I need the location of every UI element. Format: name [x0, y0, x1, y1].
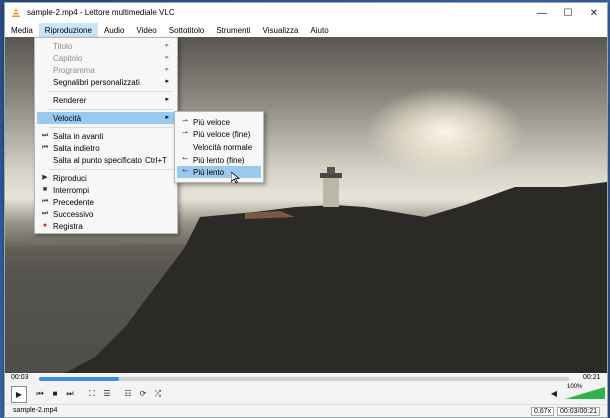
speed-item-piu-lento-fine[interactable]: ↼ Più lento (fine): [177, 154, 261, 166]
fullscreen-button[interactable]: ⛶: [85, 387, 99, 400]
close-button[interactable]: ✕: [581, 3, 607, 23]
normal-speed-icon: [180, 142, 190, 152]
menu-separator: [49, 109, 173, 110]
vlc-window: sample-2.mp4 - Lettore multimediale VLC …: [4, 2, 608, 418]
chevron-right-icon: ▸: [165, 96, 169, 103]
title-bar[interactable]: sample-2.mp4 - Lettore multimediale VLC …: [5, 3, 607, 23]
volume-slider[interactable]: [565, 387, 605, 399]
seek-progress: [39, 377, 119, 381]
menu-item-capitolo[interactable]: Capitolo ▸: [37, 52, 175, 64]
speed-item-piu-veloce-fine[interactable]: ⇀ Più veloce (fine): [177, 128, 261, 140]
slower-icon: ↼: [182, 168, 188, 175]
status-speed[interactable]: 0.67x: [531, 407, 555, 416]
slower-fine-icon: ↼: [182, 156, 188, 163]
faster-fine-icon: ⇀: [182, 130, 188, 137]
loop-button[interactable]: ⟳: [136, 387, 150, 400]
menu-riproduzione[interactable]: Riproduzione: [38, 23, 98, 37]
menu-separator: [49, 127, 173, 128]
menu-item-salta-avanti[interactable]: ⏭ Salta in avanti: [37, 130, 175, 142]
menu-item-renderer[interactable]: Renderer ▸: [37, 94, 175, 106]
record-icon: ●: [42, 222, 48, 229]
random-button[interactable]: ⤮: [151, 387, 165, 400]
menu-item-salta-punto[interactable]: Salta al punto specificato Ctrl+T: [37, 154, 175, 166]
playback-menu: Titolo ▸ Capitolo ▸ Programma ▸ Segnalibri …: [34, 37, 178, 234]
menu-item-segnalibri[interactable]: Segnalibri personalizzati ▸: [37, 76, 175, 88]
chevron-right-icon: ▸: [165, 66, 169, 73]
stop-icon: ■: [42, 186, 48, 193]
menu-item-salta-indietro[interactable]: ⏮ Salta indietro: [37, 142, 175, 154]
menu-separator: [49, 169, 173, 170]
total-time: 00:21: [583, 374, 601, 381]
previous-icon: ⏮: [41, 198, 49, 205]
next-button[interactable]: ⏭: [63, 387, 77, 400]
menu-sottotitolo[interactable]: Sottotitolo: [163, 23, 211, 37]
menu-visualizza[interactable]: Visualizza: [257, 23, 305, 37]
control-bar: 00:03 00:21 ▶ ⏮ ■ ⏭ ⛶ ☰ ☷ ⟳ ⤮ ◀ 100% sam…: [5, 373, 607, 417]
minimize-button[interactable]: —: [529, 3, 555, 23]
playlist-button[interactable]: ☷: [121, 387, 135, 400]
menu-item-interrompi[interactable]: ■ Interrompi: [37, 184, 175, 196]
skip-back-icon: ⏮: [41, 144, 49, 151]
speed-item-piu-lento[interactable]: ↼ Più lento: [177, 166, 261, 178]
menu-item-programma[interactable]: Programma ▸: [37, 64, 175, 76]
status-bar: sample-2.mp4 0.67x 00:03/00:21: [5, 404, 607, 418]
mouse-cursor-icon: [231, 172, 240, 184]
skip-forward-icon: ⏭: [41, 132, 49, 139]
play-icon: ▶: [42, 174, 48, 181]
menu-separator: [49, 91, 173, 92]
vlc-cone-icon: [12, 8, 20, 17]
speed-item-piu-veloce[interactable]: ⇀ Più veloce: [177, 116, 261, 128]
speed-item-velocita-normale[interactable]: Velocità normale: [177, 141, 261, 153]
speed-submenu: ⇀ Più veloce ⇀ Più veloce (fine) Velocit…: [174, 111, 264, 184]
extended-settings-button[interactable]: ☰: [100, 387, 114, 400]
next-icon: ⏭: [41, 210, 49, 217]
volume-icon[interactable]: ◀: [547, 387, 561, 400]
status-filename: sample-2.mp4: [13, 407, 58, 414]
seek-slider[interactable]: [39, 377, 569, 381]
menu-item-velocita[interactable]: Velocità ▸: [37, 112, 175, 124]
status-time[interactable]: 00:03/00:21: [557, 407, 600, 416]
maximize-button[interactable]: ☐: [555, 3, 581, 23]
window-title: sample-2.mp4 - Lettore multimediale VLC: [27, 8, 175, 17]
faster-icon: ⇀: [182, 118, 188, 125]
elapsed-time: 00:03: [11, 374, 29, 381]
chevron-right-icon: ▸: [165, 114, 169, 121]
shortcut-label: Ctrl+T: [145, 156, 167, 165]
menu-item-precedente[interactable]: ⏮ Precedente: [37, 196, 175, 208]
menu-item-successivo[interactable]: ⏭ Successivo: [37, 208, 175, 220]
menu-item-titolo[interactable]: Titolo ▸: [37, 40, 175, 52]
menu-item-riproduci[interactable]: ▶ Riproduci: [37, 172, 175, 184]
play-button[interactable]: ▶: [11, 386, 27, 403]
menu-bar: Media Riproduzione Audio Video Sottotito…: [5, 23, 607, 37]
menu-strumenti[interactable]: Strumenti: [210, 23, 256, 37]
chevron-right-icon: ▸: [165, 42, 169, 49]
chevron-right-icon: ▸: [165, 78, 169, 85]
menu-media[interactable]: Media: [5, 23, 39, 37]
menu-item-registra[interactable]: ● Registra: [37, 220, 175, 232]
menu-aiuto[interactable]: Aiuto: [304, 23, 334, 37]
chevron-right-icon: ▸: [165, 54, 169, 61]
previous-button[interactable]: ⏮: [33, 387, 47, 400]
menu-audio[interactable]: Audio: [98, 23, 130, 37]
menu-video[interactable]: Video: [130, 23, 162, 37]
stop-button[interactable]: ■: [48, 387, 62, 400]
